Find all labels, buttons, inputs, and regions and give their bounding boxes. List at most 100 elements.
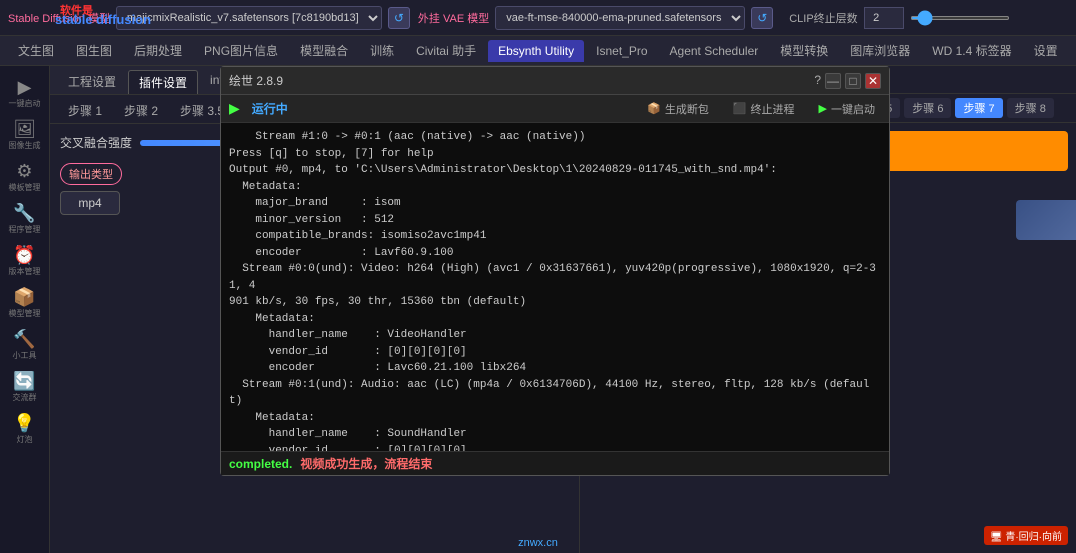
nav-tab-wenshengtu[interactable]: 文生图 <box>8 38 64 63</box>
sidebar-label-generate: 图像生成 <box>9 142 41 151</box>
minimize-button[interactable]: — <box>825 73 841 89</box>
oneclick-button[interactable]: ▶ 一键启动 <box>813 99 881 119</box>
sd-refresh-button[interactable]: ↺ <box>388 7 410 29</box>
term-line-16: handler_name : SoundHandler <box>229 426 881 443</box>
terminal-body[interactable]: Stream #1:0 -> #0:1 (aac (native) -> aac… <box>221 123 889 451</box>
oneclick-icon: ▶ <box>18 77 32 98</box>
term-line-1: Press [q] to stop, [7] for help <box>229 146 881 163</box>
clip-slider[interactable] <box>910 16 1010 20</box>
sidebar-item-oneclick[interactable]: ▶ 一键启动 <box>6 74 44 112</box>
sidebar-label-community: 交流群 <box>13 394 37 403</box>
light-icon: 💡 <box>13 413 35 434</box>
term-line-7: encoder : Lavf60.9.100 <box>229 245 881 262</box>
sidebar-label-light: 灯泡 <box>17 436 33 445</box>
sidebar-label-tools: 小工具 <box>13 352 37 361</box>
help-button[interactable]: ? <box>814 73 821 89</box>
term-line-3: Metadata: <box>229 179 881 196</box>
stop-process-button[interactable]: ⬛ 终止进程 <box>727 99 801 119</box>
sidebar-item-version[interactable]: ⏰ 版本管理 <box>6 242 44 280</box>
process-step-7[interactable]: 步骤 7 <box>955 98 1002 118</box>
sd-model-select[interactable]: majicmixRealistic_v7.safetensors [7c8190… <box>116 6 382 30</box>
bottom-badge: 🖥 青·回归·向前 <box>984 526 1068 545</box>
generate-pkg-button[interactable]: 📦 生成断包 <box>641 99 715 119</box>
clip-section: CLIP终止层数 <box>789 7 1009 29</box>
sidebar-label-program: 程序管理 <box>9 226 41 235</box>
term-line-17: vendor_id : [0][0][0][0] <box>229 443 881 452</box>
clip-input[interactable] <box>864 7 904 29</box>
nav-tab-wd14[interactable]: WD 1.4 标签器 <box>922 38 1021 63</box>
sidebar-item-program[interactable]: 🔧 程序管理 <box>6 200 44 238</box>
watermark-blue: stable diffusion <box>55 12 151 27</box>
nav-tab-hougichuli[interactable]: 后期处理 <box>124 38 192 63</box>
clip-label: CLIP终止层数 <box>789 10 857 26</box>
close-button[interactable]: ✕ <box>865 73 881 89</box>
nav-tab-xunlian[interactable]: 训练 <box>360 38 404 63</box>
term-line-9: 901 kb/s, 30 fps, 30 thr, 15360 tbn (def… <box>229 294 881 311</box>
nav-tab-png[interactable]: PNG图片信息 <box>194 38 288 63</box>
bottom-url: znwx.cn <box>518 537 558 549</box>
term-line-10: Metadata: <box>229 311 881 328</box>
term-line-13: encoder : Lavc60.21.100 libx264 <box>229 360 881 377</box>
right-image-hint <box>1016 200 1076 240</box>
sidebar-item-model[interactable]: 📦 模型管理 <box>6 284 44 322</box>
vae-refresh-button[interactable]: ↺ <box>751 7 773 29</box>
model-icon: 📦 <box>13 287 35 308</box>
template-icon: ⚙ <box>16 161 32 182</box>
success-text: 视频成功生成，流程结束 <box>300 455 432 472</box>
oneclick-label: 一键启动 <box>831 101 875 117</box>
vae-section: 外挂 VAE 模型 vae-ft-mse-840000-ema-pruned.s… <box>418 6 773 30</box>
nav-tab-civitai[interactable]: Civitai 助手 <box>406 38 486 63</box>
play-area: ▶ <box>229 100 240 117</box>
nav-tab-settings[interactable]: 设置 <box>1024 38 1068 63</box>
nav-tab-moxinzhuanhuan[interactable]: 模型转换 <box>770 38 838 63</box>
sidebar-item-light[interactable]: 💡 灯泡 <box>6 410 44 448</box>
sub-tab-plugin[interactable]: 插件设置 <box>128 70 198 94</box>
vae-select[interactable]: vae-ft-mse-840000-ema-pruned.safetensors <box>495 6 745 30</box>
term-line-11: handler_name : VideoHandler <box>229 327 881 344</box>
term-line-12: vendor_id : [0][0][0][0] <box>229 344 881 361</box>
nav-tab-ebsynth[interactable]: Ebsynth Utility <box>488 40 584 62</box>
sub-tab-project[interactable]: 工程设置 <box>58 70 126 94</box>
output-type-label: 输出类型 <box>69 169 113 181</box>
sidebar-item-tools[interactable]: 🔨 小工具 <box>6 326 44 364</box>
pkg-icon: 📦 <box>647 102 661 115</box>
terminal-titlebar: 绘世 2.8.9 ? — □ ✕ <box>221 67 889 95</box>
plugin-tab-step2[interactable]: 步骤 2 <box>114 99 168 123</box>
version-icon: ⏰ <box>13 245 35 266</box>
vae-label: 外挂 VAE 模型 <box>418 10 489 26</box>
sidebar-item-template[interactable]: ⚙ 模板管理 <box>6 158 44 196</box>
nav-tab-extend[interactable]: 扩展 <box>1070 38 1076 63</box>
stop-label: 终止进程 <box>751 101 795 117</box>
tools-icon: 🔨 <box>13 329 35 350</box>
sidebar-label-model: 模型管理 <box>9 310 41 319</box>
term-line-4: major_brand : isom <box>229 195 881 212</box>
process-step-6[interactable]: 步骤 6 <box>904 98 951 118</box>
term-line-2: Output #0, mp4, to 'C:\Users\Administrat… <box>229 162 881 179</box>
terminal-window: 绘世 2.8.9 ? — □ ✕ ▶ 运行中 📦 生成断包 ⬛ 终止进程 ▶ 一… <box>220 66 890 476</box>
sidebar-label-oneclick: 一键启动 <box>9 100 41 109</box>
plugin-tab-step1[interactable]: 步骤 1 <box>58 99 112 123</box>
process-step-8[interactable]: 步骤 8 <box>1007 98 1054 118</box>
top-bar: 软件是 stable diffusion Stable Diffusion 模型… <box>0 0 1076 36</box>
community-icon: 🔄 <box>13 371 35 392</box>
nav-tab-moxinronghe[interactable]: 模型融合 <box>290 38 358 63</box>
nav-tab-agent[interactable]: Agent Scheduler <box>660 40 769 62</box>
output-value-box[interactable]: mp4 <box>60 191 120 215</box>
maximize-button[interactable]: □ <box>845 73 861 89</box>
term-line-6: compatible_brands: isomiso2avc1mp41 <box>229 228 881 245</box>
sidebar-item-generate[interactable]: 🖼 图像生成 <box>6 116 44 154</box>
nav-tab-tuku[interactable]: 图库浏览器 <box>840 38 920 63</box>
sidebar: ▶ 一键启动 🖼 图像生成 ⚙ 模板管理 🔧 程序管理 ⏰ 版本管理 📦 模型管… <box>0 66 50 553</box>
nav-bar: 文生图 图生图 后期处理 PNG图片信息 模型融合 训练 Civitai 助手 … <box>0 36 1076 66</box>
nav-tab-tushengtu[interactable]: 图生图 <box>66 38 122 63</box>
term-line-15: Metadata: <box>229 410 881 427</box>
fusion-label: 交叉融合强度 <box>60 134 132 151</box>
status-running: 运行中 <box>252 100 288 117</box>
sidebar-label-version: 版本管理 <box>9 268 41 277</box>
nav-tab-isnet[interactable]: Isnet_Pro <box>586 40 657 62</box>
term-line-8: Stream #0:0(und): Video: h264 (High) (av… <box>229 261 881 294</box>
terminal-footer: completed. 视频成功生成，流程结束 <box>221 451 889 475</box>
terminal-toolbar: ▶ 运行中 📦 生成断包 ⬛ 终止进程 ▶ 一键启动 <box>221 95 889 123</box>
stop-icon: ⬛ <box>733 102 747 115</box>
sidebar-item-community[interactable]: 🔄 交流群 <box>6 368 44 406</box>
